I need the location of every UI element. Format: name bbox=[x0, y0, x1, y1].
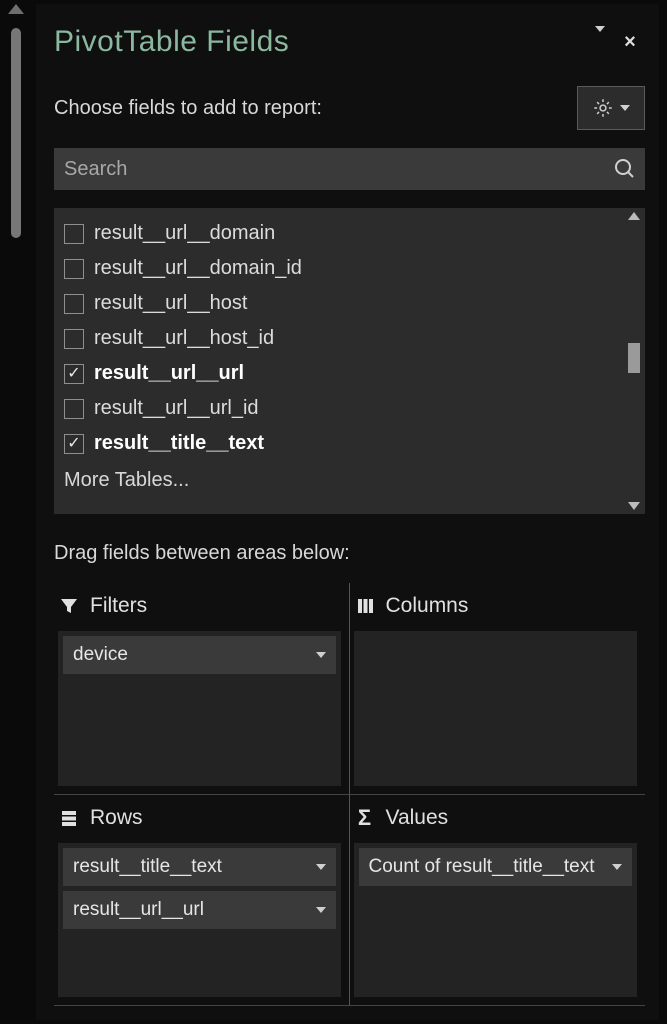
field-row[interactable]: result__url__host bbox=[60, 286, 621, 321]
search-icon bbox=[605, 157, 645, 181]
columns-body[interactable] bbox=[354, 631, 638, 786]
rows-body[interactable]: result__title__text result__url__url bbox=[58, 843, 341, 998]
field-row[interactable]: result__url__url_id bbox=[60, 391, 621, 426]
rows-title: Rows bbox=[90, 806, 143, 830]
field-row[interactable]: result__url__domain bbox=[60, 216, 621, 251]
scroll-thumb[interactable] bbox=[628, 343, 640, 373]
choose-fields-row: Choose fields to add to report: bbox=[54, 86, 645, 130]
chevron-down-icon bbox=[316, 864, 326, 870]
filters-area[interactable]: Filters device bbox=[54, 583, 350, 795]
field-row[interactable]: result__url__domain_id bbox=[60, 251, 621, 286]
field-list-scrollbar[interactable] bbox=[625, 212, 643, 510]
filters-title: Filters bbox=[90, 594, 147, 618]
values-area[interactable]: Σ Values Count of result__title__text bbox=[350, 795, 646, 1007]
filters-body[interactable]: device bbox=[58, 631, 341, 786]
outer-scrollbar[interactable] bbox=[2, 0, 30, 1024]
field-checkbox[interactable] bbox=[64, 224, 84, 244]
columns-area[interactable]: Columns bbox=[350, 583, 646, 795]
values-header: Σ Values bbox=[354, 801, 638, 835]
field-list: result__url__domain result__url__domain_i… bbox=[54, 208, 645, 514]
columns-title: Columns bbox=[386, 594, 469, 618]
search-input[interactable] bbox=[54, 158, 605, 181]
area-field-label: device bbox=[73, 644, 316, 666]
drag-hint-label: Drag fields between areas below: bbox=[54, 542, 645, 565]
search-field[interactable] bbox=[54, 148, 645, 190]
values-title: Values bbox=[386, 806, 449, 830]
field-label: result__title__text bbox=[94, 432, 264, 455]
area-field-pill[interactable]: device bbox=[63, 636, 336, 674]
area-field-label: result__title__text bbox=[73, 856, 316, 878]
columns-header: Columns bbox=[354, 589, 638, 623]
field-label: result__url__domain_id bbox=[94, 257, 302, 280]
field-label: result__url__url bbox=[94, 362, 244, 385]
filter-icon bbox=[58, 595, 80, 617]
more-tables-link[interactable]: More Tables... bbox=[60, 461, 621, 494]
field-label: result__url__host_id bbox=[94, 327, 274, 350]
settings-button[interactable] bbox=[577, 86, 645, 130]
field-label: result__url__host bbox=[94, 292, 247, 315]
chevron-down-icon bbox=[316, 907, 326, 913]
pivottable-fields-panel: PivotTable Fields × Choose fields to add… bbox=[36, 4, 659, 1020]
panel-menu-button[interactable] bbox=[585, 32, 615, 53]
sigma-icon: Σ bbox=[354, 807, 376, 829]
panel-title: PivotTable Fields bbox=[54, 25, 585, 59]
field-row[interactable]: result__title__text bbox=[60, 426, 621, 461]
rows-header: Rows bbox=[58, 801, 341, 835]
field-label: result__url__url_id bbox=[94, 397, 259, 420]
scroll-thumb[interactable] bbox=[11, 28, 21, 238]
field-row[interactable]: result__url__url bbox=[60, 356, 621, 391]
field-checkbox[interactable] bbox=[64, 364, 84, 384]
choose-fields-label: Choose fields to add to report: bbox=[54, 97, 577, 120]
area-field-label: result__url__url bbox=[73, 899, 316, 921]
drop-areas: Filters device Columns Rows result__titl… bbox=[54, 583, 645, 1006]
area-field-pill[interactable]: Count of result__title__text bbox=[359, 848, 633, 886]
scroll-up-icon bbox=[628, 212, 640, 220]
area-field-label: Count of result__title__text bbox=[369, 856, 613, 878]
area-field-pill[interactable]: result__url__url bbox=[63, 891, 336, 929]
chevron-down-icon bbox=[612, 864, 622, 870]
scroll-up-icon bbox=[8, 4, 24, 14]
filters-header: Filters bbox=[58, 589, 341, 623]
columns-icon bbox=[354, 595, 376, 617]
field-label: result__url__domain bbox=[94, 222, 275, 245]
close-button[interactable]: × bbox=[615, 31, 645, 54]
chevron-down-icon bbox=[620, 105, 630, 111]
field-checkbox[interactable] bbox=[64, 329, 84, 349]
gear-icon bbox=[592, 97, 614, 119]
rows-area[interactable]: Rows result__title__text result__url__url bbox=[54, 795, 350, 1007]
values-body[interactable]: Count of result__title__text bbox=[354, 843, 638, 998]
area-field-pill[interactable]: result__title__text bbox=[63, 848, 336, 886]
field-row[interactable]: result__url__host_id bbox=[60, 321, 621, 356]
field-checkbox[interactable] bbox=[64, 259, 84, 279]
field-checkbox[interactable] bbox=[64, 434, 84, 454]
chevron-down-icon bbox=[316, 652, 326, 658]
panel-header: PivotTable Fields × bbox=[54, 18, 645, 66]
field-checkbox[interactable] bbox=[64, 399, 84, 419]
field-checkbox[interactable] bbox=[64, 294, 84, 314]
rows-icon bbox=[58, 807, 80, 829]
scroll-down-icon bbox=[628, 502, 640, 510]
